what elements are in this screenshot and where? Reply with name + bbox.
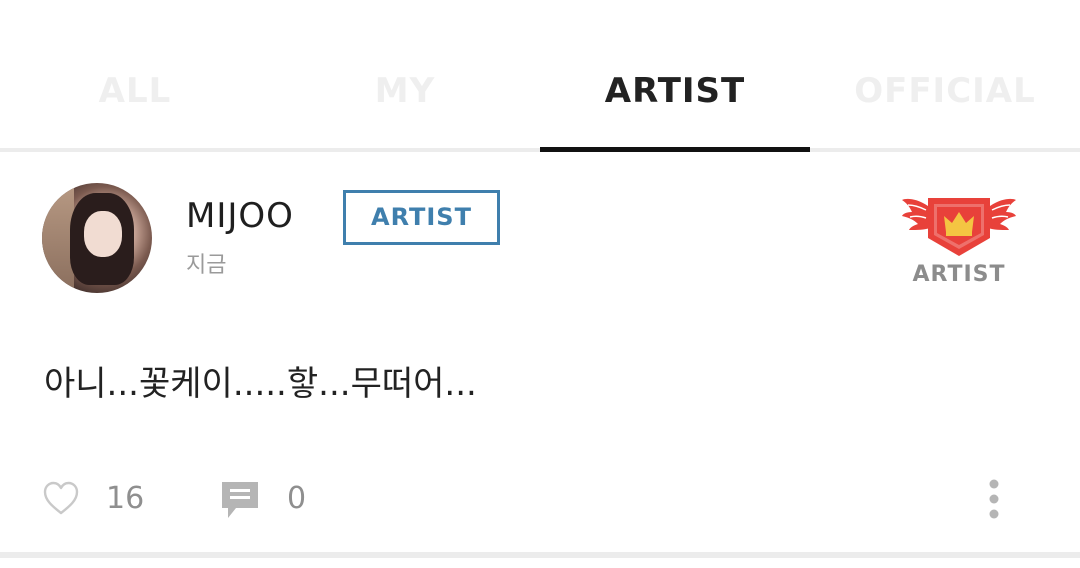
artist-emblem: ARTIST	[900, 192, 1018, 292]
tab-bar: ALL MY ARTIST OFFICIAL	[0, 0, 1080, 152]
author-name[interactable]: MIJOO	[186, 196, 294, 236]
tab-official[interactable]: OFFICIAL	[810, 66, 1080, 116]
post-text: 아니...꽃케이.....핳...무떠어...	[44, 364, 477, 404]
tab-my[interactable]: MY	[270, 66, 540, 116]
emblem-label: ARTIST	[912, 262, 1006, 287]
tab-all[interactable]: ALL	[0, 66, 270, 116]
artist-badge: ARTIST	[343, 190, 500, 245]
post-card: MIJOO ARTIST 지금 ARTIST 아니...꽃케이.....핳...…	[0, 152, 1080, 552]
post-actions: 16 0	[0, 472, 1080, 528]
avatar[interactable]	[42, 183, 152, 293]
post-divider	[0, 552, 1080, 558]
winged-crown-shield-icon	[902, 198, 1016, 256]
heart-outline-icon[interactable]	[42, 480, 80, 516]
tab-artist[interactable]: ARTIST	[540, 66, 810, 116]
like-count: 16	[106, 481, 145, 516]
comment-bubble-icon[interactable]	[220, 480, 260, 520]
vertical-dots-icon[interactable]	[983, 478, 1005, 520]
post-timestamp: 지금	[186, 253, 227, 278]
comment-count: 0	[287, 481, 307, 516]
